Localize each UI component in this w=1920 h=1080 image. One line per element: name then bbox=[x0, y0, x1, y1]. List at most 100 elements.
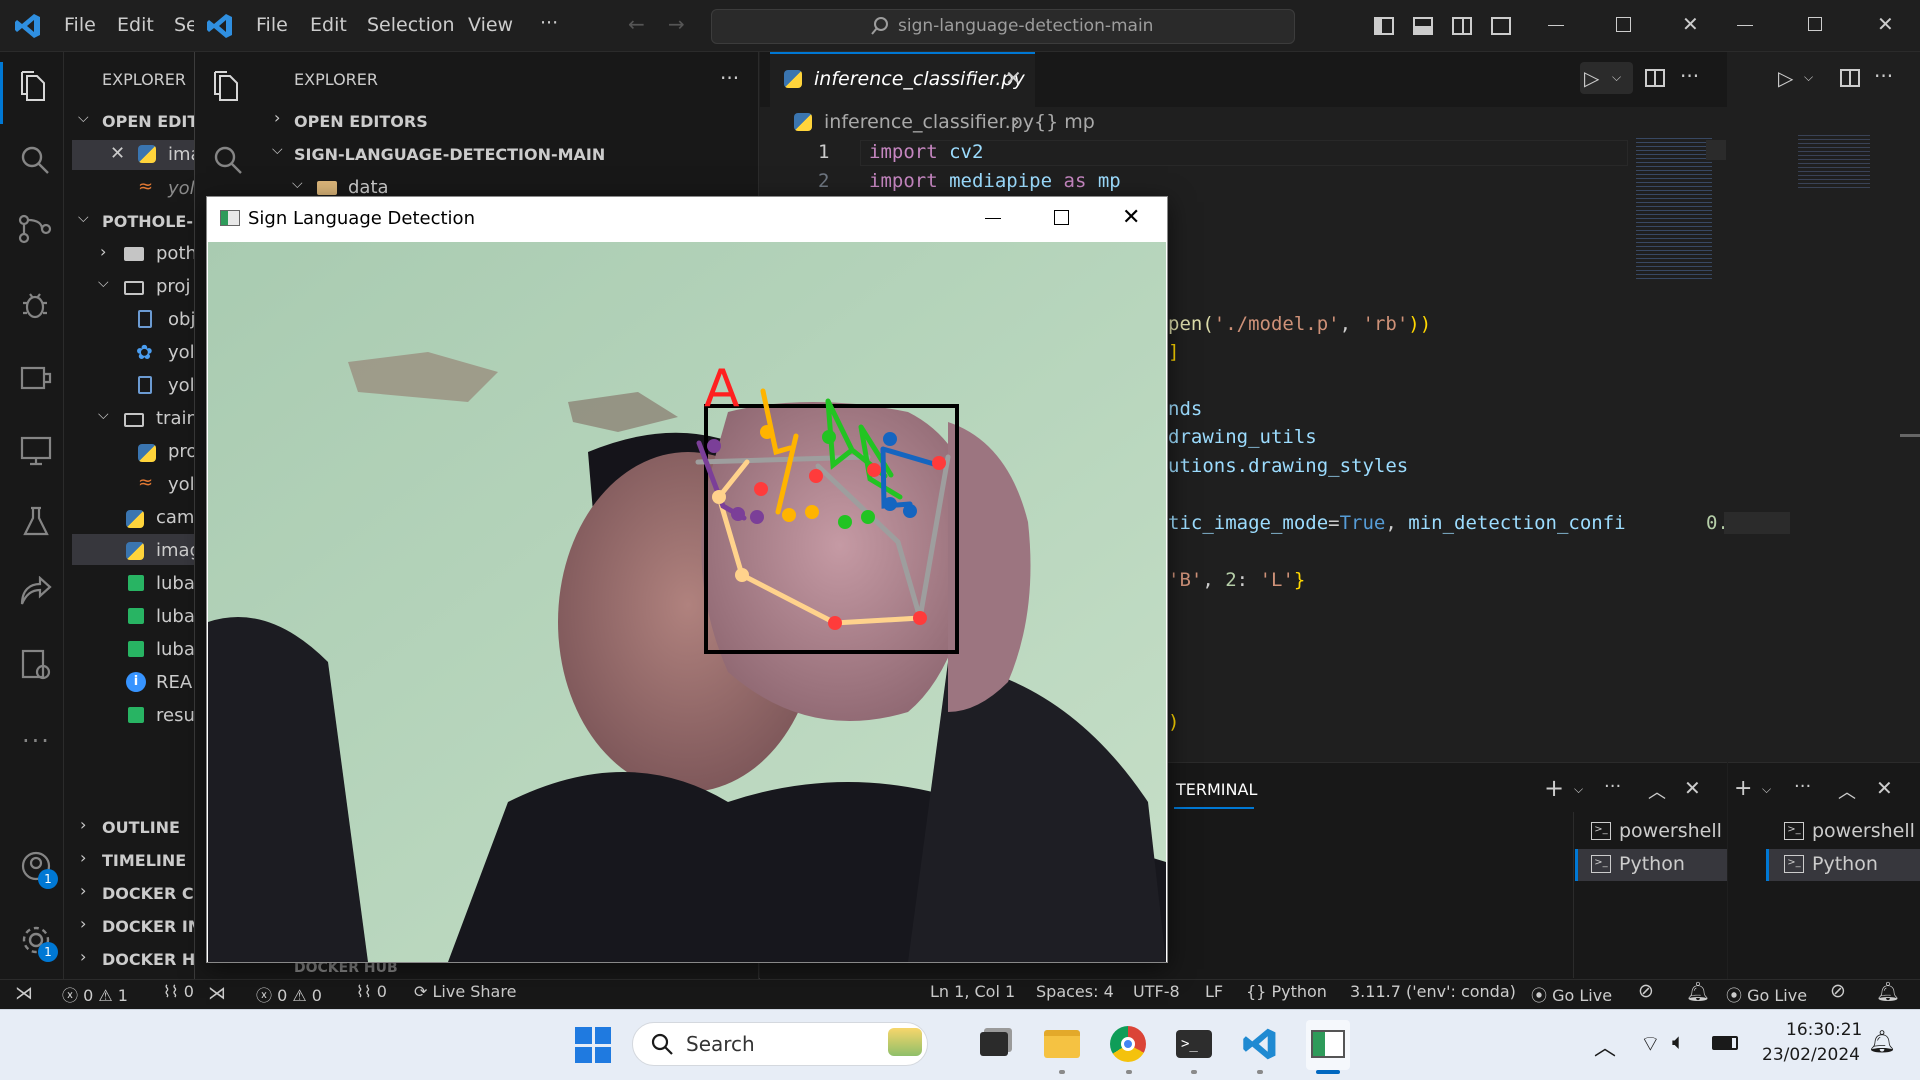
tree-item[interactable]: yol bbox=[168, 474, 195, 495]
copilot-disabled-icon[interactable]: ⊘ bbox=[1638, 980, 1654, 1002]
tab-label[interactable]: inference_classifier.py bbox=[814, 68, 1025, 90]
chevron-down-icon[interactable]: ⌵ bbox=[98, 275, 109, 291]
back-bell-icon[interactable]: 🔔︎ bbox=[1876, 980, 1900, 1003]
back-open-editor-item2[interactable]: yol bbox=[168, 178, 195, 199]
debug-icon[interactable] bbox=[20, 288, 50, 320]
ports-indicator[interactable]: ⌇⌇ 0 bbox=[356, 982, 387, 1001]
clock-time[interactable]: 16:30:21 bbox=[1786, 1020, 1862, 1040]
back-problems-indicator[interactable]: ⓧ 0 ⚠ 1 bbox=[62, 982, 128, 1006]
back-terminal-python[interactable]: Python bbox=[1812, 853, 1878, 875]
start-button[interactable] bbox=[575, 1027, 611, 1063]
tree-item[interactable]: train bbox=[156, 408, 198, 429]
remote-monitor-icon[interactable] bbox=[20, 436, 52, 466]
more-activities-icon[interactable]: ··· bbox=[22, 727, 51, 755]
maximize-button[interactable] bbox=[1616, 17, 1631, 32]
back-docker-hub-section[interactable]: DOCKER HU bbox=[102, 950, 208, 969]
back-docker-containers-section[interactable]: DOCKER CO bbox=[102, 884, 207, 903]
chevron-right-icon[interactable]: › bbox=[274, 108, 280, 127]
project-root-section[interactable]: SIGN-LANGUAGE-DETECTION-MAIN bbox=[294, 145, 605, 164]
code-line-1[interactable]: import cv2 bbox=[869, 141, 983, 163]
back-new-terminal-icon[interactable]: + bbox=[1734, 776, 1752, 801]
search-icon[interactable] bbox=[213, 145, 243, 175]
terminal-dropdown-icon[interactable]: ⌵ bbox=[1574, 782, 1583, 797]
live-share-status[interactable]: ⟳ Live Share bbox=[414, 982, 516, 1001]
tab-close-icon[interactable]: ✕ bbox=[1005, 66, 1022, 90]
files-icon[interactable] bbox=[211, 70, 241, 104]
tree-item[interactable]: luba bbox=[156, 573, 195, 594]
chevron-up-icon[interactable]: ︿ bbox=[1594, 1030, 1616, 1062]
code-fragment-bracket[interactable]: ] bbox=[1168, 341, 1179, 363]
battery-icon[interactable] bbox=[1712, 1036, 1738, 1050]
chevron-right-icon[interactable]: › bbox=[100, 242, 106, 261]
back-close-panel-icon[interactable]: ✕ bbox=[1876, 776, 1893, 800]
panel-more-icon[interactable]: ··· bbox=[1604, 776, 1621, 797]
open-editors-section[interactable]: OPEN EDITORS bbox=[294, 112, 428, 131]
explorer-more-button[interactable]: ··· bbox=[720, 66, 739, 90]
files-icon[interactable] bbox=[18, 70, 48, 104]
task-view-icon[interactable] bbox=[980, 1032, 1008, 1056]
tree-item[interactable]: yol bbox=[168, 342, 195, 363]
chevron-right-icon[interactable]: › bbox=[80, 881, 86, 900]
back-minimize-button[interactable] bbox=[1737, 25, 1753, 26]
toggle-primary-sidebar-icon[interactable] bbox=[1374, 17, 1394, 35]
back-go-live-button[interactable]: ⦿ Go Live bbox=[1726, 982, 1807, 1006]
split-editor-icon[interactable] bbox=[1645, 69, 1665, 87]
chevron-down-icon[interactable]: ⌵ bbox=[78, 210, 89, 226]
customize-layout-icon[interactable] bbox=[1491, 17, 1511, 35]
chevron-down-icon[interactable]: ⌵ bbox=[292, 176, 303, 192]
search-icon[interactable] bbox=[20, 145, 50, 175]
command-center-label[interactable]: sign-language-detection-main bbox=[898, 16, 1153, 36]
remote-indicator[interactable]: ⋊ bbox=[195, 980, 239, 1009]
tree-item[interactable]: poth bbox=[156, 243, 197, 264]
terminal-python[interactable]: Python bbox=[1619, 853, 1685, 875]
close-icon[interactable]: ✕ bbox=[110, 143, 125, 164]
tree-item[interactable]: resu bbox=[156, 705, 195, 726]
back-menu-edit[interactable]: Edit bbox=[117, 14, 154, 36]
end-of-line[interactable]: LF bbox=[1205, 982, 1223, 1001]
back-run-icon[interactable]: ▷ bbox=[1778, 66, 1793, 90]
clock-date[interactable]: 23/02/2024 bbox=[1762, 1045, 1860, 1065]
volume-icon[interactable]: 🔈︎ bbox=[1672, 1030, 1685, 1055]
python-app-taskbar-icon[interactable] bbox=[1311, 1030, 1345, 1058]
problems-indicator[interactable]: ⓧ 0 ⚠ 0 bbox=[256, 982, 322, 1006]
python-interpreter[interactable]: 3.11.7 ('env': conda) bbox=[1350, 982, 1516, 1001]
cursor-position[interactable]: Ln 1, Col 1 bbox=[930, 982, 1015, 1001]
more-actions-icon[interactable]: ··· bbox=[1680, 64, 1699, 88]
chevron-down-icon[interactable]: ⌵ bbox=[272, 142, 283, 158]
code-fragment-labels-dict[interactable]: 'B', 2: 'L'} bbox=[1168, 569, 1305, 591]
terminal-powershell[interactable]: powershell bbox=[1619, 820, 1722, 842]
chevron-right-icon[interactable]: › bbox=[80, 848, 86, 867]
close-window-button[interactable]: ✕ bbox=[1682, 12, 1699, 36]
docker-settings-icon[interactable] bbox=[20, 648, 52, 682]
run-dropdown-icon[interactable]: ⌵ bbox=[1612, 70, 1621, 85]
close-panel-icon[interactable]: ✕ bbox=[1684, 776, 1701, 800]
code-fragment-drawing-utils[interactable]: drawing_utils bbox=[1168, 426, 1317, 448]
encoding[interactable]: UTF-8 bbox=[1133, 982, 1180, 1001]
back-ports-indicator[interactable]: ⌇⌇ 0 bbox=[163, 982, 194, 1001]
minimap-slider[interactable] bbox=[1706, 140, 1726, 160]
panel-tab-terminal[interactable]: TERMINAL bbox=[1176, 780, 1257, 799]
breadcrumb-symbol[interactable]: {} mp bbox=[1034, 111, 1095, 133]
source-control-icon[interactable] bbox=[18, 214, 52, 244]
remote-explorer-icon[interactable] bbox=[20, 362, 52, 392]
detection-minimize-button[interactable] bbox=[985, 218, 1001, 219]
language-mode[interactable]: {} Python bbox=[1246, 982, 1327, 1001]
testing-icon[interactable] bbox=[22, 506, 50, 538]
back-docker-images-section[interactable]: DOCKER IM bbox=[102, 917, 204, 936]
chevron-down-icon[interactable]: ⌵ bbox=[98, 407, 109, 423]
back-split-editor-icon[interactable] bbox=[1840, 69, 1860, 87]
menu-view[interactable]: View bbox=[468, 14, 513, 36]
code-fragment-hands[interactable]: nds bbox=[1168, 398, 1202, 420]
code-line-2[interactable]: import mediapipe as mp bbox=[869, 170, 1121, 192]
back-more-actions-icon[interactable]: ··· bbox=[1874, 64, 1893, 88]
tree-item[interactable]: obj bbox=[168, 309, 195, 330]
terminal-app-icon[interactable]: >_ bbox=[1176, 1030, 1212, 1058]
back-terminal-powershell[interactable]: powershell bbox=[1812, 820, 1915, 842]
toggle-panel-icon[interactable] bbox=[1413, 17, 1433, 35]
chevron-right-icon[interactable]: › bbox=[80, 947, 86, 966]
tree-item[interactable]: yol bbox=[168, 375, 195, 396]
menu-edit[interactable]: Edit bbox=[310, 14, 347, 36]
tree-item[interactable]: luba bbox=[156, 606, 195, 627]
minimize-button[interactable] bbox=[1548, 25, 1564, 26]
tree-item[interactable]: proj bbox=[156, 276, 190, 297]
